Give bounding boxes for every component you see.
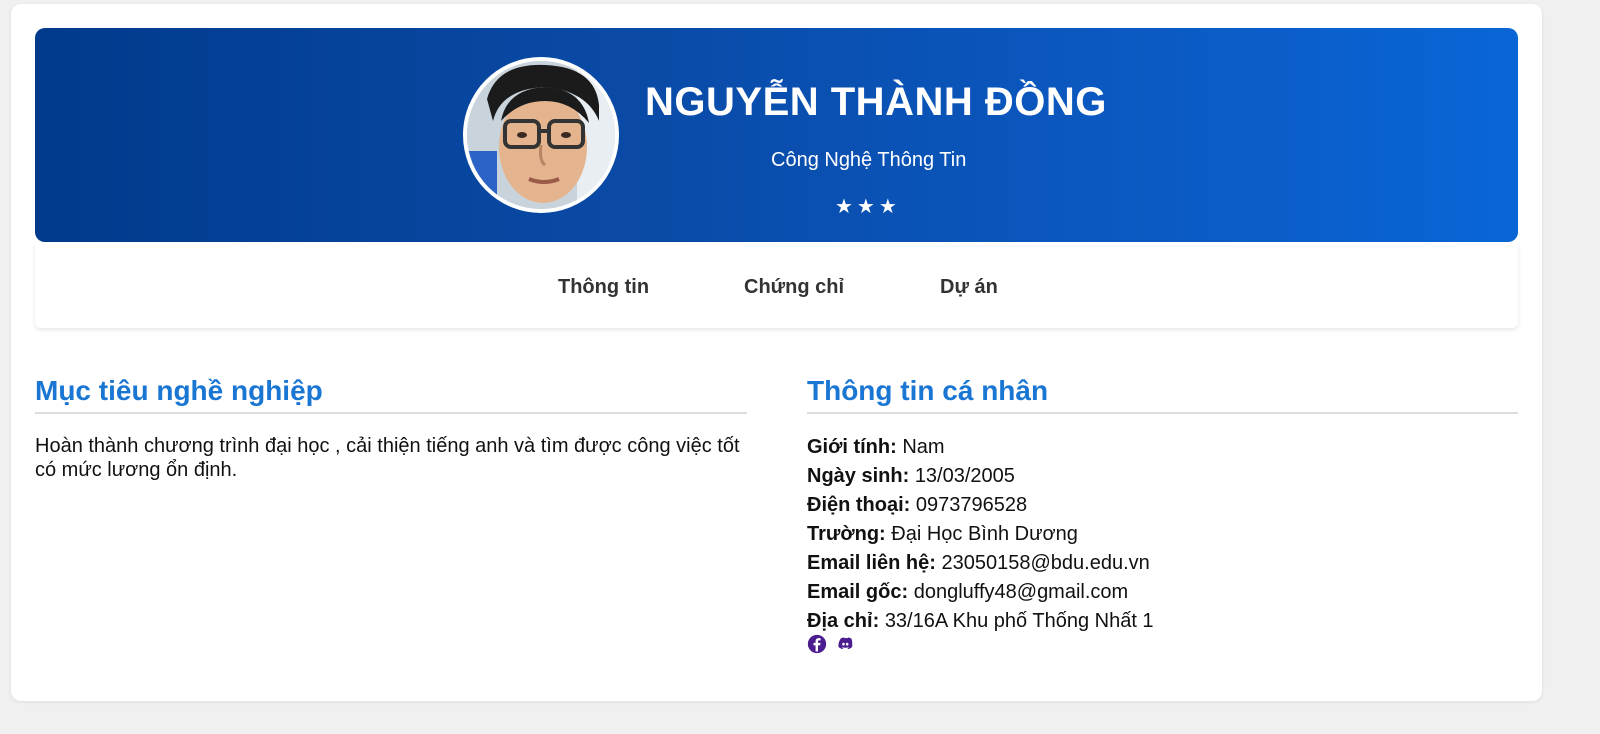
profile-card: NGUYỄN THÀNH ĐỒNG Công Nghệ Thông Tin ★★… (11, 4, 1542, 701)
discord-icon[interactable] (833, 634, 857, 654)
info-row-school: Trường: Đại Học Bình Dương (807, 520, 1154, 549)
info-label: Email gốc: (807, 581, 909, 603)
tabs-bar: Thông tin Chứng chỉ Dự án (35, 242, 1518, 328)
personal-info-list: Giới tính: Nam Ngày sinh: 13/03/2005 Điệ… (807, 433, 1154, 636)
profile-major: Công Nghệ Thông Tin (771, 149, 967, 171)
info-label: Địa chỉ: (807, 610, 880, 632)
social-links (807, 634, 857, 654)
tab-certificates[interactable]: Chứng chỉ (744, 276, 844, 299)
tab-info[interactable]: Thông tin (558, 276, 649, 299)
info-value: 13/03/2005 (914, 465, 1015, 487)
info-label: Ngày sinh: (807, 465, 910, 487)
info-row-birthdate: Ngày sinh: 13/03/2005 (807, 462, 1154, 491)
profile-banner: NGUYỄN THÀNH ĐỒNG Công Nghệ Thông Tin ★★… (35, 28, 1518, 242)
info-label: Điện thoại: (807, 494, 911, 516)
info-label: Giới tính: (807, 436, 897, 458)
personal-info-title: Thông tin cá nhân (807, 375, 1049, 406)
info-value: 0973796528 (915, 494, 1028, 516)
career-goal-divider (35, 412, 747, 414)
tab-projects[interactable]: Dự án (940, 276, 998, 299)
info-row-contact-email: Email liên hệ: 23050158@bdu.edu.vn (807, 549, 1154, 578)
avatar (463, 57, 619, 213)
avatar-photo (467, 61, 615, 209)
info-value: Đại Học Bình Dương (891, 523, 1078, 545)
info-row-phone: Điện thoại: 0973796528 (807, 491, 1154, 520)
facebook-icon[interactable] (807, 634, 827, 654)
info-row-original-email: Email gốc: dongluffy48@gmail.com (807, 578, 1154, 607)
info-label: Trường: (807, 523, 886, 545)
personal-info-divider (807, 412, 1518, 414)
info-value: 23050158@bdu.edu.vn (941, 552, 1150, 574)
info-row-address: Địa chỉ: 33/16A Khu phố Thống Nhất 1 (807, 607, 1154, 636)
info-value: Nam (902, 436, 945, 458)
career-goal-text: Hoàn thành chương trình đại học , cải th… (35, 435, 740, 481)
rating-stars: ★★★ (835, 196, 901, 218)
career-goal-title: Mục tiêu nghề nghiệp (35, 375, 323, 406)
profile-name: NGUYỄN THÀNH ĐỒNG (645, 80, 1107, 124)
scrollbar[interactable] (1583, 0, 1600, 734)
info-value: 33/16A Khu phố Thống Nhất 1 (884, 610, 1154, 632)
info-value: dongluffy48@gmail.com (913, 581, 1129, 603)
info-row-gender: Giới tính: Nam (807, 433, 1154, 462)
info-label: Email liên hệ: (807, 552, 936, 574)
